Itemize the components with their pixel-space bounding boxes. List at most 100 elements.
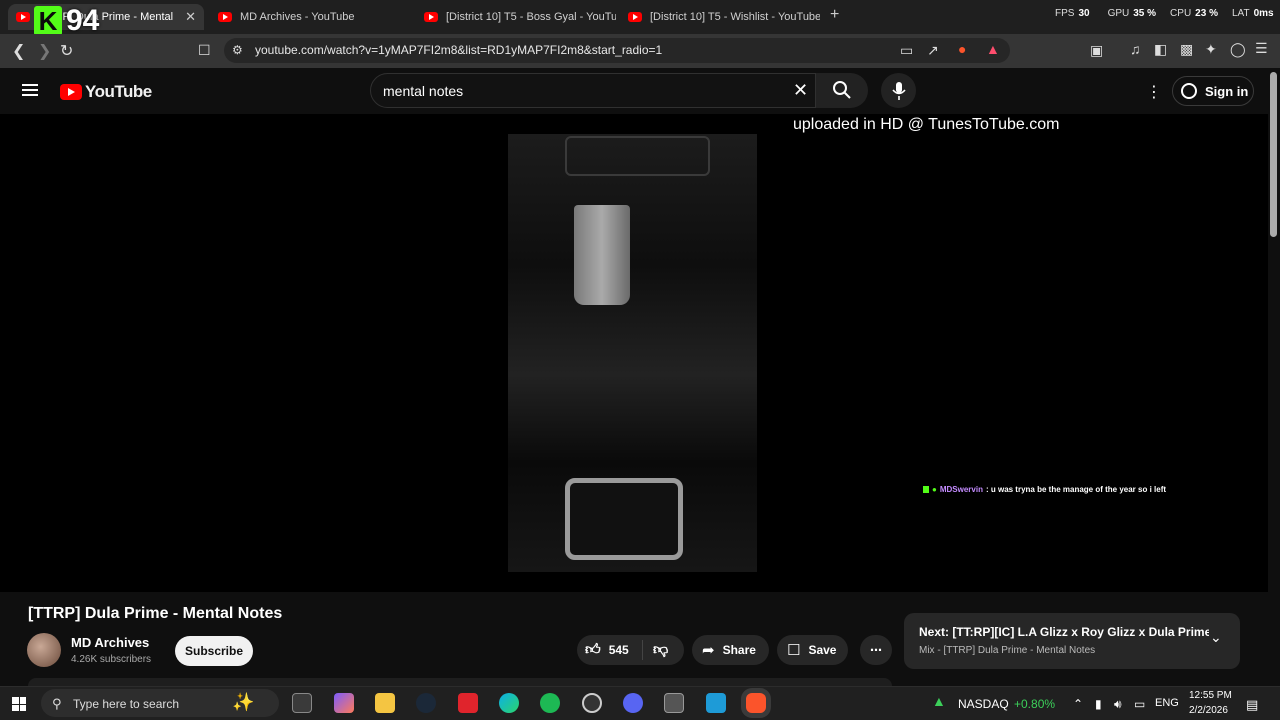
share-icon: ➦ [702, 642, 715, 659]
youtube-logo[interactable]: YouTube [60, 82, 152, 102]
discord-icon[interactable] [623, 693, 643, 713]
sign-in-label: Sign in [1205, 83, 1249, 99]
url-text[interactable]: youtube.com/watch?v=1yMAP7FI2m8&list=RD1… [255, 43, 662, 57]
share-label: Share [722, 643, 756, 657]
chevron-down-icon[interactable]: ⌄ [1210, 629, 1222, 646]
file-explorer-icon[interactable] [375, 693, 395, 713]
search-input[interactable]: mental notes [383, 83, 463, 99]
account-icon [1181, 83, 1197, 99]
wps-office-icon[interactable] [458, 693, 478, 713]
cast-icon[interactable]: ▭ [900, 42, 913, 59]
back-icon[interactable]: ❮ [12, 41, 25, 61]
hamburger-menu-icon[interactable] [22, 84, 38, 96]
app-circle-icon[interactable] [582, 693, 602, 713]
taskbar-search-input[interactable]: Type here to search [73, 697, 179, 711]
up-next-panel[interactable]: Next: [TT:RP][IC] L.A Glizz x Roy Glizz … [904, 613, 1240, 669]
chat-username: MDSwervin [939, 485, 983, 494]
dislike-button[interactable]: 👎︎ [653, 641, 668, 659]
stock-change: +0.80% [1014, 697, 1056, 711]
save-button[interactable]: ☐ Save [777, 635, 848, 665]
volume-icon[interactable]: 🔊︎ [1114, 697, 1122, 712]
scrollbar-thumb[interactable] [1270, 72, 1277, 237]
store-icon[interactable] [292, 693, 312, 713]
spotify-icon[interactable] [540, 693, 560, 713]
brave-taskbar-icon[interactable] [746, 693, 766, 713]
tab-wishlist[interactable]: [District 10] T5 - Wishlist - YouTube [628, 4, 820, 30]
bookmark-icon[interactable]: ☐ [198, 42, 211, 59]
brave-shields-icon[interactable]: ● [958, 41, 966, 57]
windows-start-icon[interactable] [12, 697, 26, 711]
kick-logo: K [34, 6, 62, 36]
clock-time[interactable]: 12:55 PM [1189, 690, 1232, 701]
microphone-tray-icon[interactable]: ▮ [1095, 697, 1102, 711]
like-dislike-group: 👍︎ 545 👎︎ [577, 635, 684, 665]
reload-icon[interactable]: ↻ [60, 41, 73, 61]
site-settings-icon[interactable]: ⚙ [232, 43, 243, 57]
stock-name[interactable]: NASDAQ [958, 697, 1009, 711]
video-console-shape [565, 478, 683, 560]
copilot-icon[interactable] [334, 693, 354, 713]
more-horizontal-icon: ⋯ [870, 643, 882, 657]
video-cup-shape [574, 205, 630, 305]
chat-message: ● MDSwervin : u was tryna be the manage … [923, 485, 1166, 494]
browser-menu-icon[interactable]: ☰ [1255, 40, 1268, 57]
fps-value: 30 [1078, 8, 1090, 19]
tab-md-archives[interactable]: MD Archives - YouTube [218, 4, 408, 30]
forward-icon[interactable]: ❯ [38, 41, 51, 61]
more-actions-button[interactable]: ⋯ [860, 635, 892, 665]
subscriber-count: 4.26K subscribers [71, 654, 152, 665]
share-page-icon[interactable]: ↗ [927, 42, 939, 59]
thumbs-up-icon: 👍︎ [585, 641, 601, 658]
channel-avatar[interactable] [27, 633, 61, 667]
network-icon[interactable]: ▭ [1134, 697, 1145, 711]
clear-search-icon[interactable]: ✕ [793, 80, 808, 101]
vpn-icon[interactable]: ◯ [1230, 41, 1246, 58]
video-title: [TTRP] Dula Prime - Mental Notes [28, 605, 283, 622]
save-bookmark-icon: ☐ [787, 642, 801, 659]
stock-chart-icon: ▲ [932, 693, 946, 709]
fps-label: FPS [1055, 8, 1075, 19]
subscribe-button[interactable]: Subscribe [175, 636, 253, 666]
youtube-favicon-icon [218, 12, 232, 22]
up-next-prefix: Next: [919, 625, 950, 639]
tab-label: [District 10] T5 - Wishlist - YouTube [650, 11, 820, 23]
close-tab-icon[interactable]: ✕ [185, 9, 196, 25]
taskbar-search-icon: ⚲ [52, 696, 62, 711]
tray-overflow-icon[interactable]: ⌃ [1073, 697, 1083, 711]
media-icon[interactable]: ♫ [1130, 41, 1141, 57]
search-button[interactable] [816, 73, 868, 108]
sidebar-icon[interactable]: ◧ [1154, 41, 1167, 58]
channel-name[interactable]: MD Archives [71, 635, 149, 650]
kick-overlay-badge: K 94 [34, 4, 99, 38]
video-dashboard-shape [565, 136, 710, 176]
app-f-icon[interactable] [706, 693, 726, 713]
edge-icon[interactable] [499, 693, 519, 713]
search-highlight-icon: ✨ [232, 692, 255, 712]
clock-date[interactable]: 2/2/2026 [1189, 705, 1228, 716]
sign-in-button[interactable]: Sign in [1172, 76, 1254, 106]
screenshot-icon[interactable]: ▣ [1090, 42, 1103, 59]
lat-value: 0ms [1253, 8, 1274, 19]
new-tab-button[interactable]: + [830, 6, 839, 24]
like-button[interactable]: 👍︎ 545 [577, 640, 643, 660]
tab-boss-gyal[interactable]: [District 10] T5 - Boss Gyal - YouTube [424, 4, 616, 30]
youtube-favicon-icon [16, 12, 30, 22]
steam-icon[interactable] [416, 693, 436, 713]
wallet-icon[interactable]: ▩ [1180, 41, 1193, 58]
kick-badge-icon [923, 486, 929, 493]
tab-label: [District 10] T5 - Boss Gyal - YouTube [446, 11, 616, 23]
perf-stats: FPS 30 GPU 35 % CPU 23 % LAT 0ms [1055, 8, 1274, 19]
language-indicator[interactable]: ENG [1155, 697, 1179, 709]
youtube-favicon-icon [424, 12, 438, 22]
share-button[interactable]: ➦ Share [692, 635, 769, 665]
up-next-title-line: Next: [TT:RP][IC] L.A Glizz x Roy Glizz … [919, 625, 1209, 639]
microphone-icon [892, 82, 906, 100]
save-label: Save [808, 643, 837, 657]
up-next-title: [TT:RP][IC] L.A Glizz x Roy Glizz x Dula… [952, 625, 1209, 639]
settings-more-icon[interactable]: ⋮ [1146, 82, 1162, 102]
notifications-icon[interactable]: ▤ [1246, 697, 1258, 713]
leo-ai-icon[interactable]: ✦ [1205, 41, 1217, 58]
window-app-icon[interactable] [664, 693, 684, 713]
brave-rewards-icon[interactable]: ▲ [986, 41, 1000, 57]
voice-search-button[interactable] [881, 73, 916, 108]
